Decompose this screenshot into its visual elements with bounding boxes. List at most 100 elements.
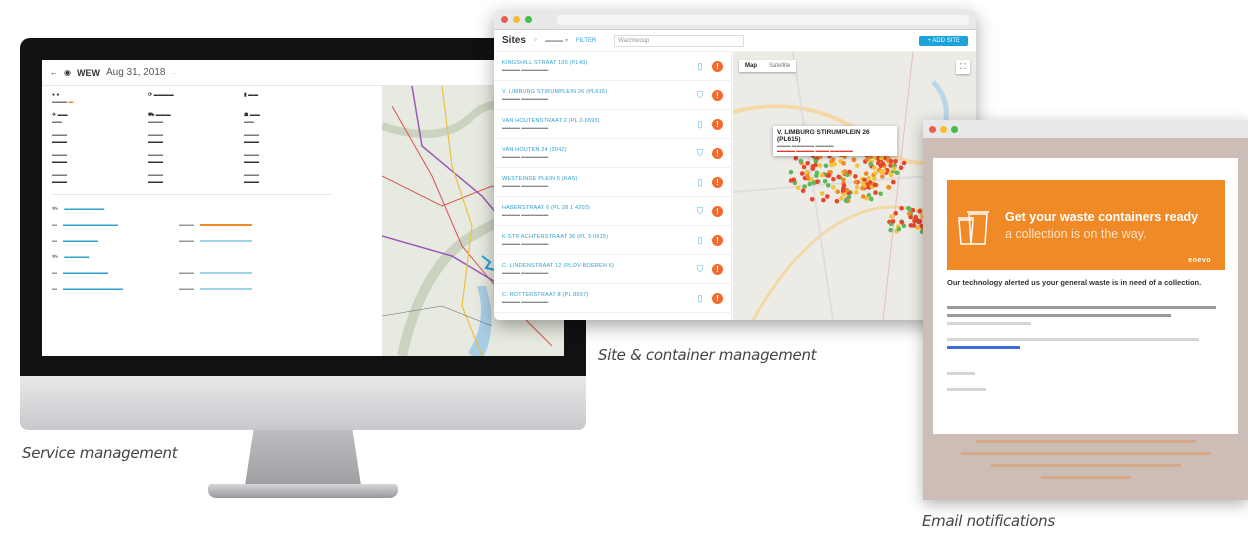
tab-satellite[interactable]: Satellite bbox=[763, 60, 796, 72]
site-list-item[interactable]: VAN HOUTEN 24 (2042) ▬▬▬▬ ▬▬▬▬▬▬ ⛉! bbox=[494, 139, 731, 168]
container-marker[interactable] bbox=[821, 197, 826, 203]
container-marker[interactable] bbox=[881, 168, 887, 174]
tab-map[interactable]: Map bbox=[739, 60, 763, 72]
container-marker[interactable] bbox=[896, 226, 902, 232]
container-marker[interactable] bbox=[809, 197, 815, 202]
container-marker[interactable] bbox=[805, 161, 810, 166]
container-marker[interactable] bbox=[873, 190, 878, 195]
site-name[interactable]: V. LIMBURG STIRUMPLEIN 26 (PL615) bbox=[502, 89, 696, 96]
alert-icon[interactable]: ! bbox=[712, 176, 723, 188]
container-marker[interactable] bbox=[853, 179, 859, 185]
container-marker[interactable] bbox=[825, 183, 831, 188]
site-name[interactable]: K-STR ACHTERSTRAAT 36 (PL 3-0615) bbox=[502, 234, 696, 241]
container-marker[interactable] bbox=[876, 160, 881, 166]
address-bar[interactable] bbox=[557, 14, 969, 25]
container-marker[interactable] bbox=[830, 157, 836, 162]
site-name[interactable]: KINGSHILL STRAAT 105 (PL40) bbox=[502, 60, 696, 67]
container-marker[interactable] bbox=[817, 163, 823, 168]
stop-row[interactable]: ▬ ▬▬▬▬▬▬▬▬▬▬▬▬ ▬▬▬ bbox=[52, 281, 332, 297]
container-marker[interactable] bbox=[791, 177, 797, 182]
container-marker[interactable] bbox=[801, 164, 807, 170]
container-marker[interactable] bbox=[825, 194, 830, 199]
container-marker[interactable] bbox=[813, 162, 818, 168]
container-marker[interactable] bbox=[873, 170, 878, 176]
maximize-window-button[interactable] bbox=[525, 16, 532, 23]
container-marker[interactable] bbox=[819, 191, 825, 196]
site-name[interactable]: VAN HOUTENSTRAAT 2 (PL 2-6593) bbox=[502, 118, 696, 125]
container-marker[interactable] bbox=[855, 163, 860, 168]
close-window-button[interactable] bbox=[501, 16, 508, 23]
fullscreen-icon[interactable]: ⛶ bbox=[956, 60, 970, 74]
container-marker[interactable] bbox=[822, 179, 828, 184]
container-marker[interactable] bbox=[798, 158, 804, 164]
container-marker[interactable] bbox=[885, 156, 891, 161]
container-marker[interactable] bbox=[860, 185, 865, 191]
site-name[interactable]: C. LINDENSTRAAT 12 (PLOV-BOEREN 6) bbox=[502, 263, 696, 270]
container-marker[interactable] bbox=[831, 176, 836, 182]
container-marker[interactable] bbox=[805, 174, 810, 179]
alert-icon[interactable]: ! bbox=[712, 147, 723, 159]
stop-row[interactable]: ⛟ ▬▬▬▬▬▬▬▬ bbox=[52, 201, 332, 217]
stop-row[interactable]: ⛟ ▬▬▬▬▬ bbox=[52, 249, 332, 265]
stop-row[interactable]: ▬ ▬▬▬▬▬▬▬▬▬ ▬▬▬ bbox=[52, 265, 332, 281]
container-marker[interactable] bbox=[863, 171, 869, 176]
search-input[interactable]: Wachtwoup bbox=[614, 34, 745, 47]
container-marker[interactable] bbox=[865, 157, 870, 162]
container-marker[interactable] bbox=[894, 170, 900, 176]
container-marker[interactable] bbox=[872, 182, 878, 188]
container-marker[interactable] bbox=[893, 210, 898, 216]
alert-icon[interactable]: ! bbox=[712, 60, 723, 72]
container-marker[interactable] bbox=[811, 180, 817, 185]
container-marker[interactable] bbox=[878, 191, 883, 197]
container-marker[interactable] bbox=[829, 162, 834, 168]
alert-icon[interactable]: ! bbox=[712, 263, 723, 275]
container-marker[interactable] bbox=[795, 185, 801, 191]
container-marker[interactable] bbox=[869, 196, 874, 202]
close-window-button[interactable] bbox=[929, 125, 936, 133]
container-marker[interactable] bbox=[911, 223, 916, 228]
container-marker[interactable] bbox=[841, 177, 846, 182]
container-marker[interactable] bbox=[834, 198, 840, 204]
stop-row[interactable]: ▬ ▬▬▬▬▬▬▬▬▬▬▬ ▬▬▬ bbox=[52, 217, 332, 233]
container-marker[interactable] bbox=[906, 211, 912, 216]
container-marker[interactable] bbox=[866, 175, 872, 181]
container-marker[interactable] bbox=[898, 165, 904, 171]
container-marker[interactable] bbox=[841, 161, 846, 166]
container-marker[interactable] bbox=[819, 172, 825, 178]
container-marker[interactable] bbox=[842, 169, 848, 174]
container-marker[interactable] bbox=[901, 160, 907, 166]
site-name[interactable]: HABERSTRAAT 6 (PL 28 1 4203) bbox=[502, 205, 696, 212]
container-marker[interactable] bbox=[841, 183, 847, 188]
filter-dropdown[interactable]: ▬▬▬ ▾ bbox=[545, 37, 568, 44]
site-name[interactable]: VAN HOUTEN 24 (2042) bbox=[502, 147, 696, 154]
container-marker[interactable] bbox=[872, 165, 877, 171]
back-arrow-icon[interactable]: ← bbox=[50, 68, 58, 77]
site-list-item[interactable]: K-STR ACHTERSTRAAT 36 (PL 3-0615) ▬▬▬▬ ▬▬… bbox=[494, 226, 731, 255]
container-marker[interactable] bbox=[823, 163, 829, 169]
container-marker[interactable] bbox=[888, 172, 894, 178]
filter-button[interactable]: FILTER bbox=[576, 38, 596, 44]
container-marker[interactable] bbox=[872, 176, 877, 181]
container-marker[interactable] bbox=[890, 219, 896, 224]
container-marker[interactable] bbox=[831, 185, 836, 190]
container-marker[interactable] bbox=[807, 181, 813, 187]
site-list-item[interactable]: VAN HOUTENSTRAAT 2 (PL 2-6593) ▬▬▬▬ ▬▬▬▬▬… bbox=[494, 110, 731, 139]
minimize-window-button[interactable] bbox=[940, 125, 947, 133]
container-marker[interactable] bbox=[840, 188, 846, 194]
alert-icon[interactable]: ! bbox=[712, 234, 723, 246]
container-marker[interactable] bbox=[839, 196, 844, 201]
search-icon[interactable]: ⌕ bbox=[534, 37, 537, 44]
container-marker[interactable] bbox=[788, 169, 794, 175]
minimize-window-button[interactable] bbox=[513, 16, 520, 23]
container-marker[interactable] bbox=[835, 189, 840, 194]
stop-row[interactable]: ▬ ▬▬▬▬▬▬▬ ▬▬▬ bbox=[52, 233, 332, 249]
container-marker[interactable] bbox=[891, 179, 896, 185]
container-marker[interactable] bbox=[843, 198, 849, 203]
add-site-button[interactable]: + ADD SITE bbox=[919, 35, 968, 46]
site-list-item[interactable]: C. LINDENSTRAAT 12 (PLOV-BOEREN 6) ▬▬▬▬ ▬… bbox=[494, 255, 731, 284]
site-list-item[interactable]: KINGSHILL STRAAT 105 (PL40) ▬▬▬▬ ▬▬▬▬▬▬ ▯! bbox=[494, 52, 731, 81]
container-marker[interactable] bbox=[879, 155, 884, 161]
container-marker[interactable] bbox=[826, 173, 832, 178]
alert-icon[interactable]: ! bbox=[712, 118, 723, 130]
container-marker[interactable] bbox=[851, 157, 857, 162]
